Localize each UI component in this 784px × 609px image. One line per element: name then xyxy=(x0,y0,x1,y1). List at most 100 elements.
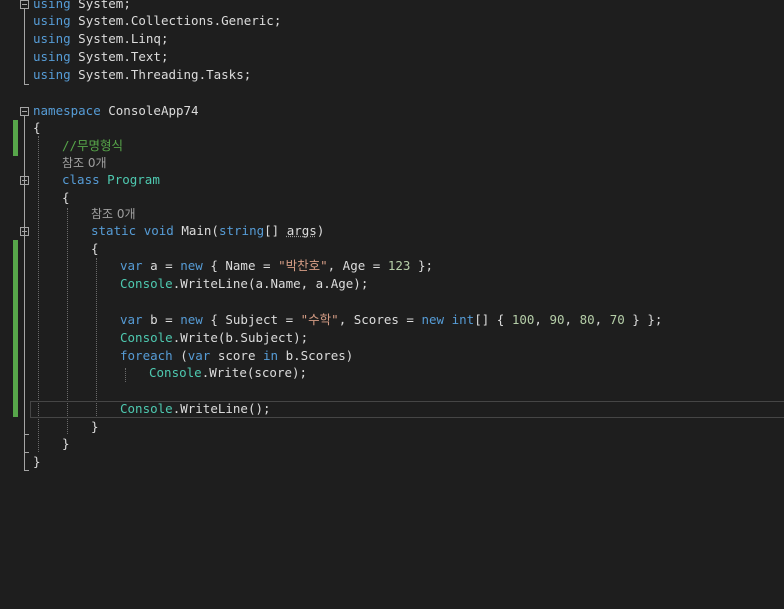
code-text: } }; xyxy=(624,312,663,327)
code-text: System.Threading.Tasks; xyxy=(70,67,252,82)
class-name: Program xyxy=(107,172,160,187)
code-text: System; xyxy=(70,0,131,11)
type-name: Console xyxy=(120,401,173,416)
code-line-var-a[interactable]: var a = new { Name = "박찬호", Age = 123 }; xyxy=(120,257,433,275)
lens-text: 참조 0개 xyxy=(62,156,107,170)
keyword: void xyxy=(143,223,174,238)
collapse-icon[interactable] xyxy=(20,107,29,116)
code-line-comment[interactable]: //무명형식 xyxy=(62,137,123,155)
code-line-foreach[interactable]: foreach (var score in b.Scores) xyxy=(120,347,353,365)
collapse-icon[interactable] xyxy=(20,0,29,9)
code-text: System.Text; xyxy=(70,49,169,64)
reference-count-lens[interactable]: 참조 0개 xyxy=(62,154,107,172)
code-line-namespace[interactable]: namespace ConsoleApp74 xyxy=(33,102,199,120)
number-literal: 70 xyxy=(609,312,625,327)
brace: { xyxy=(91,241,99,256)
code-line-using[interactable]: using System.Text; xyxy=(33,48,168,66)
fold-line xyxy=(24,116,25,470)
code-text: { Subject = xyxy=(202,312,301,327)
code-line-brace[interactable]: } xyxy=(91,418,99,436)
brace: } xyxy=(91,419,99,434)
collapse-icon[interactable] xyxy=(20,227,29,236)
code-text: b = xyxy=(142,312,181,327)
keyword: foreach xyxy=(120,348,173,363)
code-text: }; xyxy=(410,258,433,273)
code-text: a = xyxy=(142,258,181,273)
keyword: namespace xyxy=(33,103,101,118)
brace: } xyxy=(33,454,41,469)
code-text: .WriteLine(); xyxy=(172,401,271,416)
code-line-print-score[interactable]: Console.Write(score); xyxy=(149,364,307,382)
keyword: var xyxy=(120,312,143,327)
type-name: Console xyxy=(120,330,173,345)
code-text: , Scores = xyxy=(338,312,422,327)
reference-count-lens[interactable]: 참조 0개 xyxy=(91,205,136,223)
keyword: using xyxy=(33,0,71,11)
code-text: ) xyxy=(316,223,325,238)
keyword: var xyxy=(120,258,143,273)
code-text: ( xyxy=(172,348,188,363)
code-line-brace[interactable]: { xyxy=(62,189,70,207)
code-text: b.Scores) xyxy=(278,348,354,363)
code-text: { Name = xyxy=(202,258,279,273)
change-marker xyxy=(13,120,18,156)
method-name: Main( xyxy=(181,223,219,238)
keyword: int xyxy=(451,312,475,327)
code-text: [] xyxy=(264,223,287,238)
code-text: .WriteLine(a.Name, a.Age); xyxy=(172,276,369,291)
keyword: new xyxy=(180,258,203,273)
brace: { xyxy=(62,190,70,205)
code-text: .Write(score); xyxy=(201,365,308,380)
number-literal: 80 xyxy=(579,312,595,327)
keyword: class xyxy=(62,172,100,187)
fold-line xyxy=(24,9,25,84)
code-line-writeline[interactable]: Console.WriteLine(); xyxy=(120,400,271,418)
keyword: using xyxy=(33,31,71,46)
keyword: using xyxy=(33,67,71,82)
code-text: System.Linq; xyxy=(70,31,169,46)
code-text: , xyxy=(564,312,580,327)
type-name: Console xyxy=(149,365,202,380)
code-line-brace[interactable]: } xyxy=(62,435,70,453)
code-line-print-a[interactable]: Console.WriteLine(a.Name, a.Age); xyxy=(120,275,368,293)
keyword: static xyxy=(91,223,137,238)
code-text: System.Collections.Generic; xyxy=(70,13,282,28)
fold-end xyxy=(24,452,29,453)
lens-text: 참조 0개 xyxy=(91,207,136,221)
code-line-brace[interactable]: { xyxy=(91,240,99,258)
code-line-brace[interactable]: } xyxy=(33,453,41,471)
code-line-brace[interactable]: { xyxy=(33,119,41,137)
fold-end xyxy=(24,84,29,85)
code-text: score xyxy=(210,348,264,363)
code-line-using[interactable]: using System.Collections.Generic; xyxy=(33,12,281,30)
fold-end xyxy=(24,434,29,435)
brace: } xyxy=(62,436,70,451)
comment: //무명형식 xyxy=(62,138,124,153)
keyword: using xyxy=(33,49,71,64)
code-text: , xyxy=(534,312,550,327)
keyword: string xyxy=(218,223,265,238)
code-text: [] { xyxy=(474,312,512,327)
param-args: args xyxy=(286,223,317,238)
code-text: .Write(b.Subject); xyxy=(172,330,309,345)
keyword: new xyxy=(180,312,203,327)
indent-guide xyxy=(96,258,97,418)
code-line-using[interactable]: using System.Linq; xyxy=(33,30,168,48)
code-line-var-b[interactable]: var b = new { Subject = "수학", Scores = n… xyxy=(120,311,662,329)
number-literal: 100 xyxy=(511,312,535,327)
brace: { xyxy=(33,120,41,135)
collapse-icon[interactable] xyxy=(20,176,29,185)
indent-guide xyxy=(125,368,126,382)
code-line-main[interactable]: static void Main(string[] args) xyxy=(91,222,324,240)
code-line-class[interactable]: class Program xyxy=(62,171,160,189)
number-literal: 90 xyxy=(549,312,565,327)
code-text: , Age = xyxy=(327,258,388,273)
code-text: , xyxy=(594,312,610,327)
code-line-using[interactable]: using System.Threading.Tasks; xyxy=(33,66,251,84)
type-name: Console xyxy=(120,276,173,291)
code-line-print-b[interactable]: Console.Write(b.Subject); xyxy=(120,329,308,347)
keyword: new xyxy=(421,312,445,327)
keyword: in xyxy=(263,348,279,363)
code-editor[interactable]: using System; using System.Collections.G… xyxy=(0,0,784,609)
keyword: var xyxy=(187,348,211,363)
